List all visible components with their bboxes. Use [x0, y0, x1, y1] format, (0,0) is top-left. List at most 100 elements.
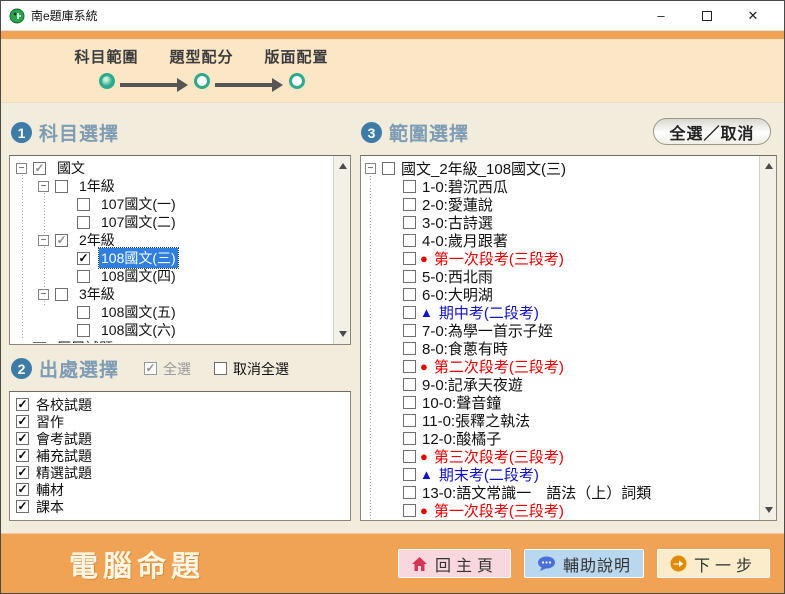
source-list-item[interactable]: 習作: [12, 413, 346, 430]
expander-icon[interactable]: [365, 163, 376, 174]
subject-tree-item[interactable]: 2年級: [11, 231, 332, 249]
close-button[interactable]: ✕: [730, 2, 776, 30]
scroll-up-icon[interactable]: [760, 158, 777, 174]
checkbox-icon[interactable]: [403, 414, 416, 427]
checkbox-icon[interactable]: [382, 162, 395, 175]
range-tree-item[interactable]: 9-0:記承天夜遊: [362, 375, 758, 393]
subject-tree-item[interactable]: 107國文(二): [11, 213, 332, 231]
range-tree-item[interactable]: 期中考(二段考): [362, 303, 758, 321]
select-toggle-button[interactable]: 全選／取消: [653, 118, 771, 145]
checkbox-icon[interactable]: [403, 504, 416, 517]
checkbox-icon[interactable]: [16, 398, 29, 411]
checkbox-icon[interactable]: [403, 450, 416, 463]
checkbox-icon[interactable]: [16, 449, 29, 462]
checkbox-icon[interactable]: [16, 415, 29, 428]
scroll-down-icon[interactable]: [760, 502, 777, 518]
checkbox-icon[interactable]: [403, 432, 416, 445]
range-tree-item[interactable]: 1-0:碧沉西瓜: [362, 177, 758, 195]
stepper-step[interactable]: 版面配置: [249, 46, 344, 89]
range-tree-item[interactable]: 8-0:食蔥有時: [362, 339, 758, 357]
checkbox-icon[interactable]: [403, 180, 416, 193]
subject-tree-item[interactable]: 108國文(五): [11, 303, 332, 321]
range-tree-item[interactable]: 6-0:大明湖: [362, 285, 758, 303]
expander-icon[interactable]: [16, 163, 27, 174]
subject-tree-item[interactable]: 108國文(三): [11, 249, 332, 267]
range-tree-item[interactable]: 13-0:語文常識一 語法（上）詞類: [362, 483, 758, 501]
subject-tree-item[interactable]: 1年級: [11, 177, 332, 195]
source-list-item[interactable]: 會考試題: [12, 430, 346, 447]
wizard-stepper: 科目範圍 題型配分 版面配置: [59, 46, 344, 89]
maximize-button[interactable]: [684, 2, 730, 30]
checkbox-icon[interactable]: [403, 324, 416, 337]
source-list-item[interactable]: 補充試題: [12, 447, 346, 464]
range-tree-item[interactable]: 4-0:歲月跟著: [362, 231, 758, 249]
next-step-button[interactable]: 下一步: [657, 549, 770, 578]
range-tree-item[interactable]: 第一次段考(三段考): [362, 501, 758, 519]
checkbox-icon[interactable]: [403, 198, 416, 211]
checkbox-icon[interactable]: [403, 270, 416, 283]
checkbox-icon[interactable]: [403, 360, 416, 373]
deselect-all-checkbox[interactable]: 取消全選: [214, 359, 289, 379]
checkbox-icon[interactable]: [16, 500, 29, 513]
expander-icon[interactable]: [16, 343, 27, 344]
select-all-label: 全選: [163, 359, 191, 379]
checkbox-icon[interactable]: [77, 198, 90, 211]
checkbox-icon[interactable]: [55, 288, 68, 301]
expander-icon[interactable]: [38, 235, 49, 246]
source-list-item[interactable]: 各校試題: [12, 396, 346, 413]
checkbox-icon[interactable]: [403, 342, 416, 355]
home-button[interactable]: 回主頁: [398, 549, 511, 578]
checkbox-icon[interactable]: [16, 466, 29, 479]
subject-tree-item[interactable]: 國文: [11, 159, 332, 177]
checkbox-icon[interactable]: [77, 324, 90, 337]
checkbox-icon[interactable]: [403, 396, 416, 409]
checkbox-icon[interactable]: [403, 378, 416, 391]
range-tree-item[interactable]: 國文_2年級_108國文(三): [362, 159, 758, 177]
subject-tree-item[interactable]: 108國文(六): [11, 321, 332, 339]
checkbox-icon[interactable]: [77, 216, 90, 229]
range-tree-item[interactable]: 第二次段考(三段考): [362, 357, 758, 375]
range-tree-item[interactable]: 3-0:古詩選: [362, 213, 758, 231]
checkbox-icon[interactable]: [403, 234, 416, 247]
range-tree-item[interactable]: 2-0:愛蓮說: [362, 195, 758, 213]
stepper-step-label: 題型配分: [169, 46, 233, 68]
range-tree-item[interactable]: 第三次段考(三段考): [362, 447, 758, 465]
checkbox-icon[interactable]: [403, 216, 416, 229]
subject-tree-item[interactable]: 107國文(一): [11, 195, 332, 213]
checkbox-icon[interactable]: [16, 483, 29, 496]
select-all-checkbox[interactable]: 全選: [144, 359, 191, 379]
help-button[interactable]: 輔助說明: [524, 549, 644, 578]
source-list-item[interactable]: 精選試題: [12, 464, 346, 481]
checkbox-icon[interactable]: [403, 288, 416, 301]
expander-icon[interactable]: [38, 289, 49, 300]
checkbox-icon[interactable]: [33, 162, 46, 175]
range-tree-item[interactable]: 第一次段考(三段考): [362, 249, 758, 267]
range-tree-item[interactable]: 12-0:酸橘子: [362, 429, 758, 447]
range-tree-item[interactable]: 7-0:為學一首示子姪: [362, 321, 758, 339]
scroll-up-icon[interactable]: [334, 158, 351, 174]
checkbox-icon[interactable]: [55, 180, 68, 193]
source-list-item[interactable]: 輔材: [12, 481, 346, 498]
range-tree-scrollbar[interactable]: [759, 156, 776, 520]
subject-tree-item[interactable]: 108國文(四): [11, 267, 332, 285]
source-list-item[interactable]: 課本: [12, 498, 346, 515]
range-tree-item[interactable]: 期末考(二段考): [362, 465, 758, 483]
checkbox-icon[interactable]: [403, 306, 416, 319]
checkbox-icon[interactable]: [33, 342, 46, 344]
checkbox-icon[interactable]: [403, 468, 416, 481]
range-tree-item[interactable]: 5-0:西北雨: [362, 267, 758, 285]
range-tree-item[interactable]: 11-0:張釋之執法: [362, 411, 758, 429]
checkbox-icon[interactable]: [77, 270, 90, 283]
expander-icon[interactable]: [38, 181, 49, 192]
subject-tree-scrollbar[interactable]: [333, 156, 350, 344]
checkbox-icon[interactable]: [403, 252, 416, 265]
checkbox-icon[interactable]: [16, 432, 29, 445]
checkbox-icon[interactable]: [403, 486, 416, 499]
checkbox-icon[interactable]: [55, 234, 68, 247]
checkbox-icon[interactable]: [77, 306, 90, 319]
range-tree-item[interactable]: 10-0:聲音鐘: [362, 393, 758, 411]
subject-tree-item[interactable]: 3年級: [11, 285, 332, 303]
checkbox-icon[interactable]: [77, 252, 90, 265]
minimize-button[interactable]: –: [638, 2, 684, 30]
scroll-down-icon[interactable]: [334, 326, 351, 342]
